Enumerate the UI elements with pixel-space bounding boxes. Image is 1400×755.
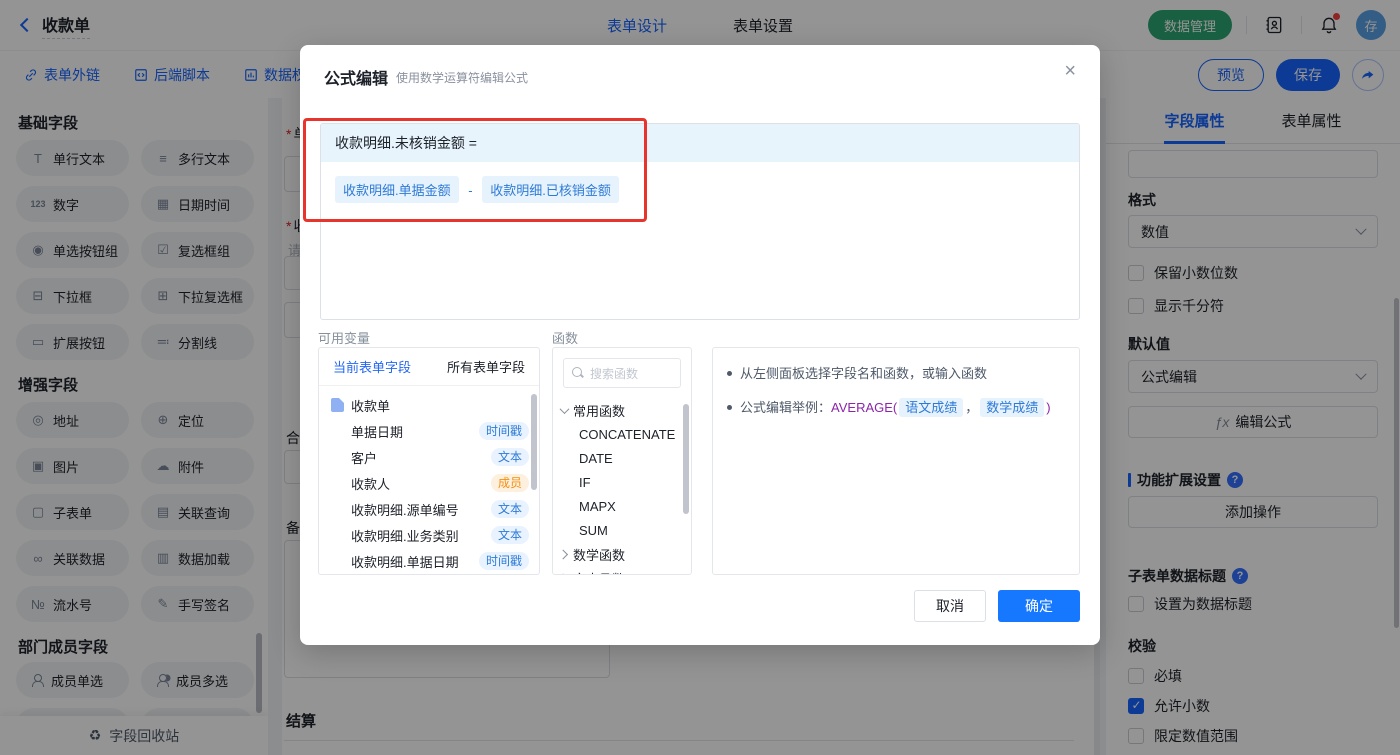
function-item[interactable]: DATE — [553, 446, 691, 470]
function-group-text[interactable]: 文本函数 — [553, 566, 691, 575]
variable-name: 收款明细.业务类别 — [351, 528, 459, 544]
type-badge: 文本 — [490, 500, 529, 518]
type-badge: 文本 — [490, 448, 529, 466]
formula-editor-modal: 公式编辑 使用数学运算符编辑公式 × 收款明细.未核销金额 = 收款明细.单据金… — [300, 45, 1100, 645]
hint-example: 公式编辑举例：AVERAGE(语文成绩，数学成绩) — [740, 398, 1051, 418]
minus-operator: - — [468, 183, 473, 198]
function-close-token: ) — [1046, 400, 1051, 415]
modal-footer: 取消 确定 — [914, 590, 1080, 622]
search-placeholder: 搜索函数 — [590, 366, 639, 381]
functions-panel: 搜索函数 常用函数 CONCATENATE DATE IF MAPX SUM 数… — [552, 347, 692, 575]
example-field-chip: 数学成绩 — [980, 398, 1045, 417]
variable-name: 单据日期 — [351, 424, 404, 440]
function-item[interactable]: IF — [553, 470, 691, 494]
variables-panel: 当前表单字段 所有表单字段 收款单 单据日期 时间戳 客户 文本 收款人 成员 … — [318, 347, 540, 575]
search-icon — [572, 367, 584, 379]
variable-row[interactable]: 单据日期 时间戳 — [319, 418, 539, 444]
hints-panel: 从左侧面板选择字段名和函数，或输入函数 公式编辑举例：AVERAGE(语文成绩，… — [712, 347, 1080, 575]
formula-target-row: 收款明细.未核销金额 = — [321, 124, 1079, 162]
variable-row[interactable]: 收款明细.单据日期 时间戳 — [319, 548, 539, 574]
function-item[interactable]: SUM — [553, 518, 691, 542]
field-chip-operand2[interactable]: 收款明细.已核销金额 — [482, 176, 619, 203]
variables-label: 可用变量 — [318, 331, 371, 346]
function-item[interactable]: CONCATENATE — [553, 422, 691, 446]
variable-row[interactable]: 收款人 成员 — [319, 470, 539, 496]
formula-editor-area[interactable]: 收款明细.未核销金额 = 收款明细.单据金额 - 收款明细.已核销金额 — [320, 123, 1080, 320]
variable-row[interactable]: 收款明细.源单编号 文本 — [319, 496, 539, 522]
caret-down-icon — [559, 403, 570, 414]
group-label: 常用函数 — [573, 403, 626, 419]
form-doc-icon — [331, 398, 344, 412]
close-icon[interactable]: × — [1064, 61, 1076, 81]
function-open-token: AVERAGE( — [831, 400, 898, 415]
tab-current-form-fields[interactable]: 当前表单字段 — [333, 357, 411, 376]
modal-subtitle: 使用数学运算符编辑公式 — [396, 71, 529, 85]
form-designer-app: 收款单 表单设计 表单设置 数据管理 存 表单外链 后端脚本 数据权 预览 保存… — [0, 0, 1400, 755]
bullet-icon — [727, 371, 732, 376]
variable-row[interactable]: 客户 文本 — [319, 444, 539, 470]
hint-line-1: 从左侧面板选择字段名和函数，或输入函数 — [727, 364, 1065, 384]
comma-token: ， — [965, 400, 979, 415]
variables-scrollbar[interactable] — [531, 394, 537, 490]
confirm-button[interactable]: 确定 — [998, 590, 1080, 622]
group-label: 数学函数 — [573, 547, 626, 563]
caret-right-icon — [558, 549, 569, 559]
functions-scrollbar[interactable] — [683, 404, 689, 514]
function-search-box[interactable]: 搜索函数 — [563, 358, 681, 388]
caret-right-icon — [558, 573, 569, 574]
type-badge: 成员 — [490, 474, 529, 492]
tab-all-form-fields[interactable]: 所有表单字段 — [447, 357, 525, 376]
functions-label: 函数 — [552, 331, 579, 346]
type-badge: 文本 — [490, 526, 529, 544]
variable-name: 客户 — [351, 450, 378, 466]
type-badge: 时间戳 — [478, 422, 529, 440]
function-item[interactable]: MAPX — [553, 494, 691, 518]
hint-line-2: 公式编辑举例：AVERAGE(语文成绩，数学成绩) — [727, 398, 1065, 418]
type-badge: 时间戳 — [478, 552, 529, 570]
cancel-button[interactable]: 取消 — [914, 590, 986, 622]
tree-root-label: 收款单 — [351, 398, 391, 414]
function-group-math[interactable]: 数学函数 — [553, 542, 691, 566]
group-label: 文本函数 — [573, 569, 625, 575]
formula-expression[interactable]: 收款明细.单据金额 - 收款明细.已核销金额 — [321, 162, 1079, 217]
modal-title: 公式编辑 — [324, 71, 389, 88]
hint-text: 从左侧面板选择字段名和函数，或输入函数 — [740, 366, 988, 381]
field-chip-operand1[interactable]: 收款明细.单据金额 — [335, 176, 459, 203]
variables-tabs: 当前表单字段 所有表单字段 — [319, 348, 539, 386]
variable-name: 收款人 — [351, 476, 391, 492]
function-group-common[interactable]: 常用函数 — [553, 398, 691, 422]
variable-row[interactable]: 收款明细.业务类别 文本 — [319, 522, 539, 548]
variable-row-clipped[interactable] — [319, 574, 539, 575]
variable-name: 收款明细.源单编号 — [351, 502, 459, 518]
tree-root-row[interactable]: 收款单 — [319, 392, 539, 418]
example-field-chip: 语文成绩 — [899, 398, 964, 417]
hint-example-prefix: 公式编辑举例： — [740, 400, 832, 415]
bullet-icon — [727, 405, 732, 410]
variable-name: 收款明细.单据日期 — [351, 554, 459, 570]
